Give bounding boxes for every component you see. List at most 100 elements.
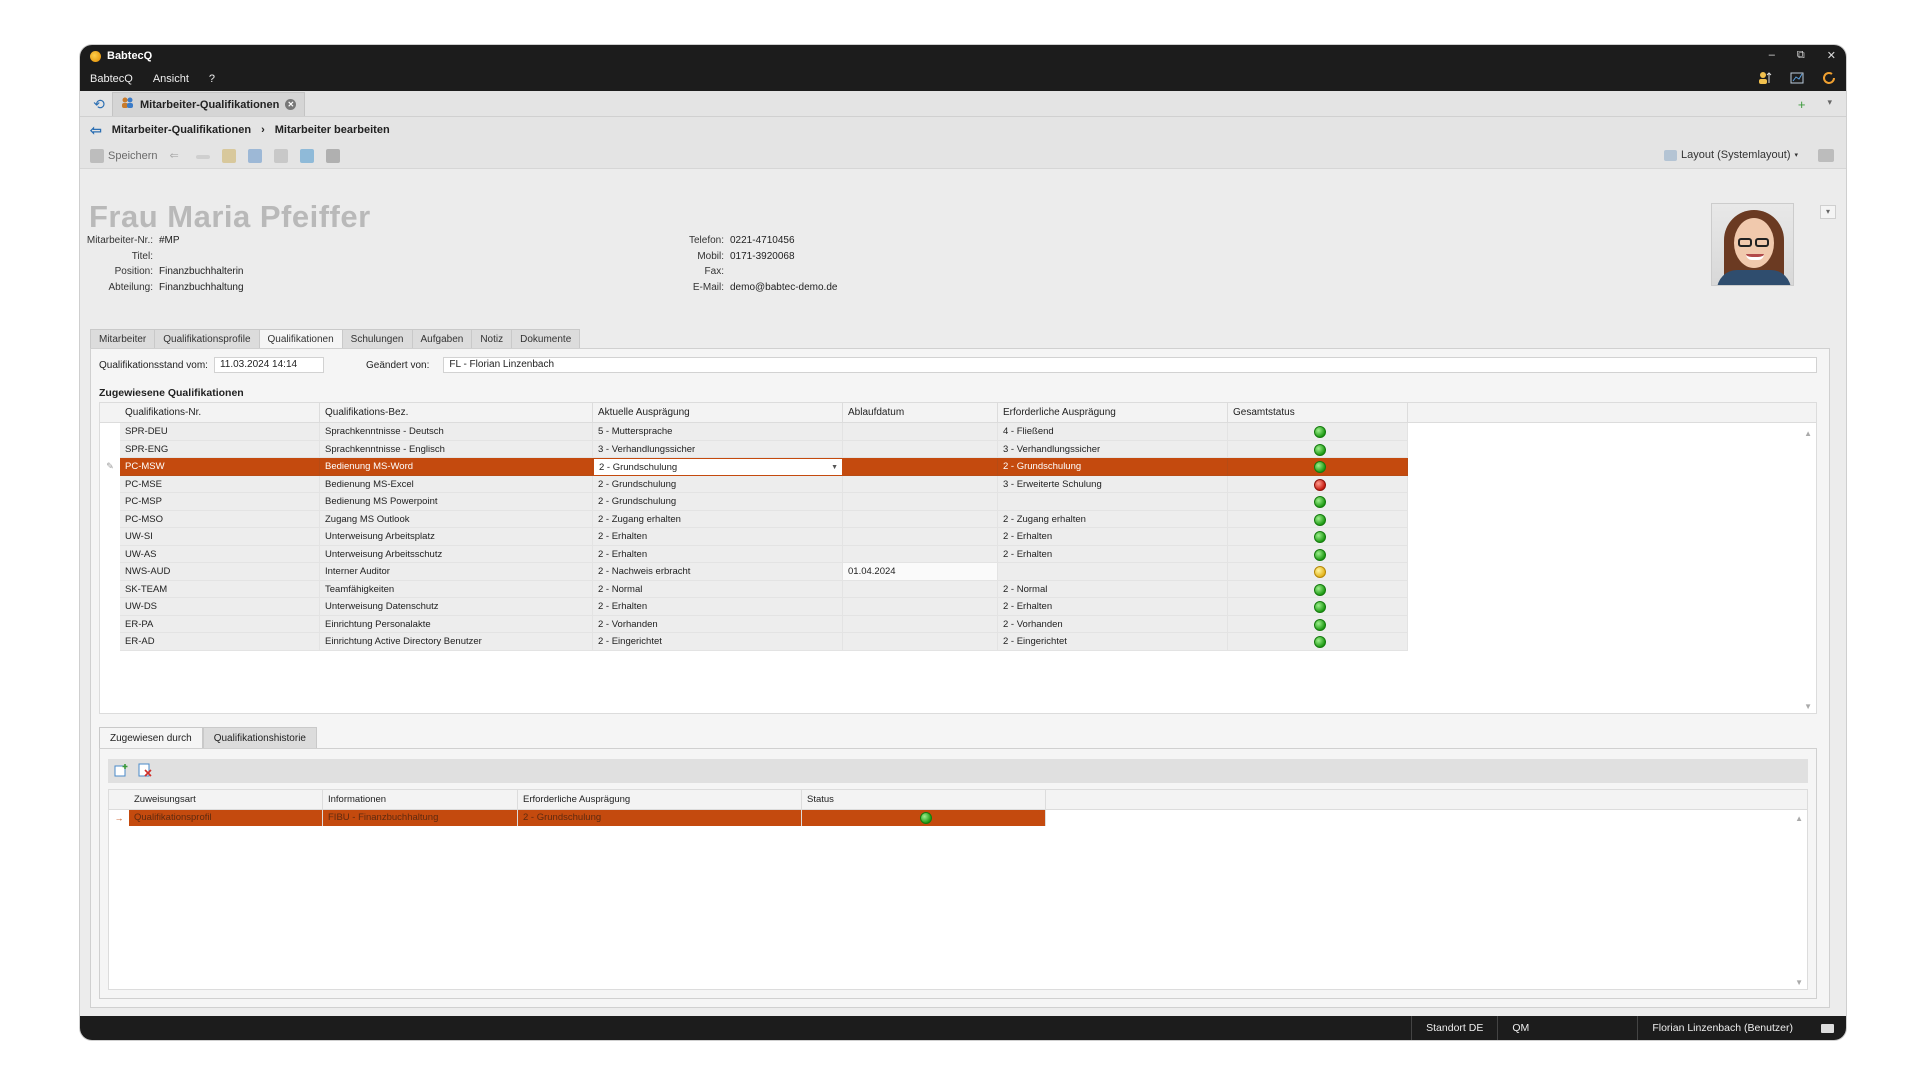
cell-akt[interactable]: 2 - Grundschulung (593, 475, 843, 493)
layout-dropdown[interactable]: Layout (Systemlayout) ▾ (1664, 149, 1798, 161)
cell-ablauf[interactable] (843, 510, 998, 528)
tab-aufgaben[interactable]: Aufgaben (411, 329, 472, 349)
mail-icon[interactable] (1821, 1023, 1834, 1033)
cell-art[interactable]: Qualifikationsprofil (129, 810, 323, 826)
cell-status[interactable] (1228, 580, 1408, 598)
cell-akt[interactable]: 2 - Nachweis erbracht (593, 563, 843, 581)
cell-nr[interactable]: PC-MSO (120, 510, 320, 528)
cell-erf[interactable]: 2 - Erhalten (998, 545, 1228, 563)
cell-status[interactable] (802, 810, 1046, 826)
cell-akt[interactable]: 2 - Grundschulung (593, 493, 843, 511)
undo-icon[interactable]: ⇐ (170, 149, 184, 163)
cell-akt[interactable]: 5 - Muttersprache (593, 423, 843, 441)
edit-icon[interactable] (221, 148, 236, 163)
tab-dokumente[interactable]: Dokumente (511, 329, 581, 349)
cell-erf[interactable]: 2 - Zugang erhalten (998, 510, 1228, 528)
cell-erf[interactable] (998, 563, 1228, 581)
column-header[interactable]: Aktuelle Ausprägung (593, 403, 843, 422)
table-row[interactable]: UW-SI Unterweisung Arbeitsplatz 2 - Erhalt… (100, 528, 1816, 546)
cell-bez[interactable]: Einrichtung Active Directory Benutzer (320, 633, 593, 651)
group-disabled-icon[interactable] (273, 148, 288, 163)
cell-nr[interactable]: SPR-DEU (120, 423, 320, 441)
cell-bez[interactable]: Bedienung MS-Word (320, 458, 593, 476)
export-icon[interactable] (299, 148, 314, 163)
cell-bez[interactable]: Unterweisung Arbeitsschutz (320, 545, 593, 563)
cell-akt[interactable]: 2 - Erhalten (593, 545, 843, 563)
table-row[interactable]: SK-TEAM Teamfähigkeiten 2 - Normal 2 - Norm… (100, 580, 1816, 598)
cell-status[interactable] (1228, 440, 1408, 458)
cell-erf[interactable]: 2 - Erhalten (998, 598, 1228, 616)
cell-nr[interactable]: UW-AS (120, 545, 320, 563)
cell-ablauf[interactable] (843, 423, 998, 441)
cell-nr[interactable]: PC-MSE (120, 475, 320, 493)
cell-status[interactable] (1228, 563, 1408, 581)
cell-bez[interactable]: Bedienung MS-Excel (320, 475, 593, 493)
chart-icon[interactable] (1790, 71, 1804, 85)
cell-status[interactable] (1228, 510, 1408, 528)
add-tab-icon[interactable]: + (1798, 97, 1806, 112)
cell-info[interactable]: FIBU - Finanzbuchhaltung (323, 810, 518, 826)
cell-status[interactable] (1228, 493, 1408, 511)
close-icon[interactable]: ✕ (1827, 49, 1836, 62)
cell-nr[interactable]: ER-AD (120, 633, 320, 651)
cell-erf[interactable]: 2 - Grundschulung (998, 458, 1228, 476)
menu-babtecq[interactable]: BabtecQ (90, 73, 133, 85)
restore-icon[interactable]: ⧉ (1797, 49, 1805, 62)
column-header[interactable]: Erforderliche Ausprägung (998, 403, 1228, 422)
tab-mitarbeiter[interactable]: Mitarbeiter (90, 329, 155, 349)
status-module[interactable]: QM (1497, 1016, 1637, 1040)
column-header[interactable]: Gesamtstatus (1228, 403, 1408, 422)
cell-status[interactable] (1228, 423, 1408, 441)
cell-status[interactable] (1228, 615, 1408, 633)
save-button[interactable]: Speichern (90, 148, 158, 163)
cell-bez[interactable]: Bedienung MS Powerpoint (320, 493, 593, 511)
column-header[interactable]: Ablaufdatum (843, 403, 998, 422)
cell-nr[interactable]: PC-MSW (120, 458, 320, 476)
cell-ablauf[interactable] (843, 598, 998, 616)
print-icon[interactable] (325, 148, 340, 163)
cell-nr[interactable]: SPR-ENG (120, 440, 320, 458)
remove-assignment-icon[interactable] (138, 763, 152, 780)
user-switch-icon[interactable] (1758, 71, 1772, 85)
cell-ablauf[interactable] (843, 633, 998, 651)
cell-bez[interactable]: Unterweisung Datenschutz (320, 598, 593, 616)
collapse-header-icon[interactable]: ▾ (1820, 205, 1836, 219)
tab-qualifikationen[interactable]: Qualifikationen (258, 329, 342, 349)
tab-list-chevron-icon[interactable]: ▾ (1827, 97, 1832, 112)
table-row[interactable]: PC-MSO Zugang MS Outlook 2 - Zugang erhalt… (100, 510, 1816, 528)
cell-erf[interactable]: 2 - Normal (998, 580, 1228, 598)
tab-zugewiesen-durch[interactable]: Zugewiesen durch (99, 727, 203, 749)
column-header[interactable]: Zuweisungsart (129, 790, 323, 809)
column-header[interactable]: Erforderliche Ausprägung (518, 790, 802, 809)
cell-status[interactable] (1228, 545, 1408, 563)
cell-bez[interactable]: Teamfähigkeiten (320, 580, 593, 598)
cell-ablauf[interactable] (843, 458, 998, 476)
cell-ablauf[interactable] (843, 528, 998, 546)
cell-erf[interactable]: 3 - Verhandlungssicher (998, 440, 1228, 458)
cell-ablauf[interactable] (843, 475, 998, 493)
table-row[interactable]: UW-AS Unterweisung Arbeitsschutz 2 - Erhal… (100, 545, 1816, 563)
cell-nr[interactable]: SK-TEAM (120, 580, 320, 598)
cell-bez[interactable]: Einrichtung Personalakte (320, 615, 593, 633)
cell-akt[interactable]: 2 - Erhalten (593, 598, 843, 616)
back-arrow-icon[interactable]: ⇦ (90, 122, 102, 139)
cell-erf[interactable]: 2 - Grundschulung (518, 810, 802, 826)
cell-akt[interactable]: 2 - Grundschulung ▼ (593, 458, 843, 476)
table-row[interactable]: PC-MSP Bedienung MS Powerpoint 2 - Grundsc… (100, 493, 1816, 511)
menu-ansicht[interactable]: Ansicht (153, 73, 189, 85)
menu-help[interactable]: ? (209, 73, 215, 85)
tab-qualifikationshistorie[interactable]: Qualifikationshistorie (202, 727, 317, 749)
scroll-up-icon[interactable]: ▲ (1804, 429, 1812, 438)
cell-status[interactable] (1228, 633, 1408, 651)
cell-nr[interactable]: ER-PA (120, 615, 320, 633)
cell-bez[interactable]: Sprachkenntnisse - Englisch (320, 440, 593, 458)
status-location[interactable]: Standort DE (1411, 1016, 1497, 1040)
cell-erf[interactable]: 4 - Fließend (998, 423, 1228, 441)
cell-akt[interactable]: 2 - Zugang erhalten (593, 510, 843, 528)
scroll-up-icon[interactable]: ▲ (1795, 814, 1803, 823)
table-row[interactable]: SPR-DEU Sprachkenntnisse - Deutsch 5 - Mut… (100, 423, 1816, 441)
column-header[interactable]: Status (802, 790, 1046, 809)
cell-ablauf[interactable] (843, 580, 998, 598)
cell-ablauf[interactable] (843, 615, 998, 633)
table-row[interactable]: PC-MSE Bedienung MS-Excel 2 - Grundschulun… (100, 475, 1816, 493)
